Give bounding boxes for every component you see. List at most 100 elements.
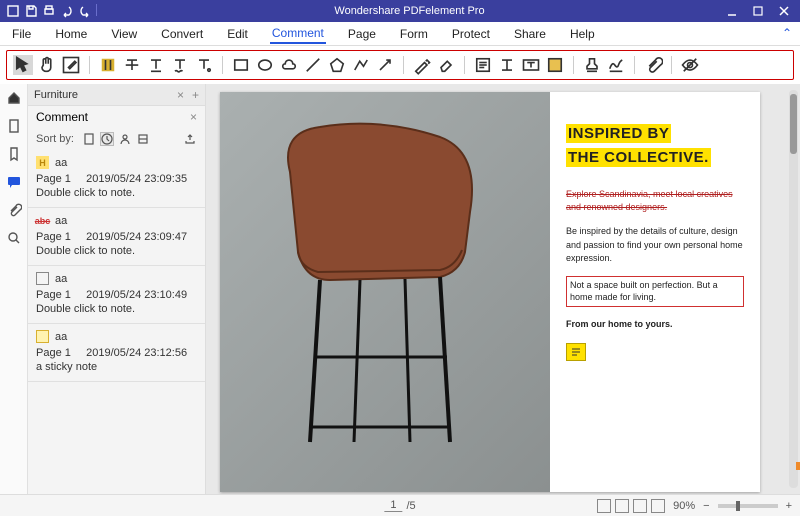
comment-author: aa	[55, 157, 67, 169]
textbox-tool-icon[interactable]	[521, 55, 541, 75]
title-bar: Wondershare PDFelement Pro	[0, 0, 800, 22]
menu-comment[interactable]: Comment	[270, 24, 326, 44]
comment-item[interactable]: aa Page 1 2019/05/24 23:10:49 Double cli…	[28, 266, 205, 324]
edit-annotation-icon[interactable]	[61, 55, 81, 75]
redo-icon[interactable]	[78, 4, 92, 18]
bookmarks-icon[interactable]	[6, 146, 22, 162]
pdf-page: INSPIRED BY THE COLLECTIVE. Explore Scan…	[220, 92, 760, 492]
comment-meta: Page 1 2019/05/24 23:09:47	[36, 231, 197, 243]
sort-type-icon[interactable]	[136, 132, 150, 146]
page-navigator[interactable]: 1 /5	[384, 499, 415, 512]
hand-tool-icon[interactable]	[37, 55, 57, 75]
comment-author: aa	[55, 215, 67, 227]
menu-bar: File Home View Convert Edit Comment Page…	[0, 22, 800, 46]
comment-author: aa	[55, 331, 67, 343]
home-icon[interactable]	[6, 90, 22, 106]
squiggly-tool-icon[interactable]	[170, 55, 190, 75]
heading-highlight: THE COLLECTIVE.	[566, 148, 711, 167]
menu-form[interactable]: Form	[398, 25, 430, 43]
comment-item[interactable]: aa Page 1 2019/05/24 23:12:56 a sticky n…	[28, 324, 205, 382]
app-title: Wondershare PDFelement Pro	[103, 5, 716, 17]
highlight-annotation-icon: H	[36, 156, 49, 169]
view-facing-icon[interactable]	[633, 499, 647, 513]
sort-author-icon[interactable]	[118, 132, 132, 146]
polygon-tool-icon[interactable]	[327, 55, 347, 75]
sort-label: Sort by:	[36, 133, 74, 145]
signature-tool-icon[interactable]	[606, 55, 626, 75]
line-tool-icon[interactable]	[303, 55, 323, 75]
heading-highlight: INSPIRED BY	[566, 124, 671, 143]
undo-icon[interactable]	[60, 4, 74, 18]
document-view[interactable]: INSPIRED BY THE COLLECTIVE. Explore Scan…	[206, 84, 800, 494]
comment-item[interactable]: Haa Page 1 2019/05/24 23:09:35 Double cl…	[28, 150, 205, 208]
menu-page[interactable]: Page	[346, 25, 378, 43]
zoom-out-icon[interactable]: −	[703, 500, 709, 512]
panel-close-icon[interactable]: ×	[190, 110, 197, 124]
strikeout-annotation-icon: abc	[36, 214, 49, 227]
left-rail	[0, 84, 28, 494]
note-tool-icon[interactable]	[473, 55, 493, 75]
menu-file[interactable]: File	[10, 25, 33, 43]
cloud-tool-icon[interactable]	[279, 55, 299, 75]
underline-tool-icon[interactable]	[146, 55, 166, 75]
arrow-tool-icon[interactable]	[375, 55, 395, 75]
menu-home[interactable]: Home	[53, 25, 89, 43]
comments-panel-icon[interactable]	[6, 174, 22, 190]
attachments-panel-icon[interactable]	[6, 202, 22, 218]
attachment-tool-icon[interactable]	[643, 55, 663, 75]
comment-body: Double click to note.	[36, 187, 197, 199]
thumbnails-icon[interactable]	[6, 118, 22, 134]
app-logo-icon	[6, 4, 20, 18]
rectangle-annotation-icon	[36, 272, 49, 285]
titlebar-divider	[96, 4, 97, 16]
zoom-slider[interactable]	[718, 504, 778, 508]
closing-text: From our home to yours.	[566, 319, 744, 329]
stamp-tool-icon[interactable]	[582, 55, 602, 75]
vertical-scrollbar[interactable]	[789, 90, 798, 488]
save-icon[interactable]	[24, 4, 38, 18]
menu-view[interactable]: View	[109, 25, 139, 43]
sort-time-icon[interactable]	[100, 132, 114, 146]
rectangle-tool-icon[interactable]	[231, 55, 251, 75]
caret-tool-icon[interactable]	[194, 55, 214, 75]
search-panel-icon[interactable]	[6, 230, 22, 246]
sticky-note-annotation-icon	[36, 330, 49, 343]
area-highlight-icon[interactable]	[545, 55, 565, 75]
view-continuous-icon[interactable]	[615, 499, 629, 513]
menu-protect[interactable]: Protect	[450, 25, 492, 43]
zoom-level[interactable]: 90%	[673, 500, 695, 512]
rectangle-annotated-text: Not a space built on perfection. But a h…	[566, 276, 744, 307]
menu-edit[interactable]: Edit	[225, 25, 250, 43]
page-current[interactable]: 1	[384, 499, 402, 512]
close-button[interactable]	[778, 5, 790, 17]
print-icon[interactable]	[42, 4, 56, 18]
minimize-button[interactable]	[726, 5, 738, 17]
menu-convert[interactable]: Convert	[159, 25, 205, 43]
export-comments-icon[interactable]	[183, 132, 197, 146]
comment-item[interactable]: abcaa Page 1 2019/05/24 23:09:47 Double …	[28, 208, 205, 266]
select-tool-icon[interactable]	[13, 55, 33, 75]
view-single-icon[interactable]	[597, 499, 611, 513]
collapse-ribbon-icon[interactable]: ⌃	[782, 26, 792, 40]
page-text-area: INSPIRED BY THE COLLECTIVE. Explore Scan…	[550, 92, 760, 492]
connected-lines-icon[interactable]	[351, 55, 371, 75]
menu-share[interactable]: Share	[512, 25, 548, 43]
add-tab-icon[interactable]: +	[192, 88, 199, 102]
menu-help[interactable]: Help	[568, 25, 597, 43]
view-facing-continuous-icon[interactable]	[651, 499, 665, 513]
sticky-note-icon[interactable]	[566, 343, 586, 361]
highlight-tool-icon[interactable]	[98, 55, 118, 75]
zoom-in-icon[interactable]: +	[786, 500, 792, 512]
hide-annotations-icon[interactable]	[680, 55, 700, 75]
strikethrough-tool-icon[interactable]	[122, 55, 142, 75]
typewriter-tool-icon[interactable]	[497, 55, 517, 75]
scrollbar-thumb[interactable]	[790, 94, 797, 154]
maximize-button[interactable]	[752, 5, 764, 17]
eraser-tool-icon[interactable]	[436, 55, 456, 75]
oval-tool-icon[interactable]	[255, 55, 275, 75]
sort-page-icon[interactable]	[82, 132, 96, 146]
horizontal-scrollbar-thumb[interactable]	[796, 462, 800, 470]
document-tab[interactable]: Furniture	[34, 89, 169, 101]
pencil-tool-icon[interactable]	[412, 55, 432, 75]
close-tab-icon[interactable]: ×	[177, 88, 184, 102]
